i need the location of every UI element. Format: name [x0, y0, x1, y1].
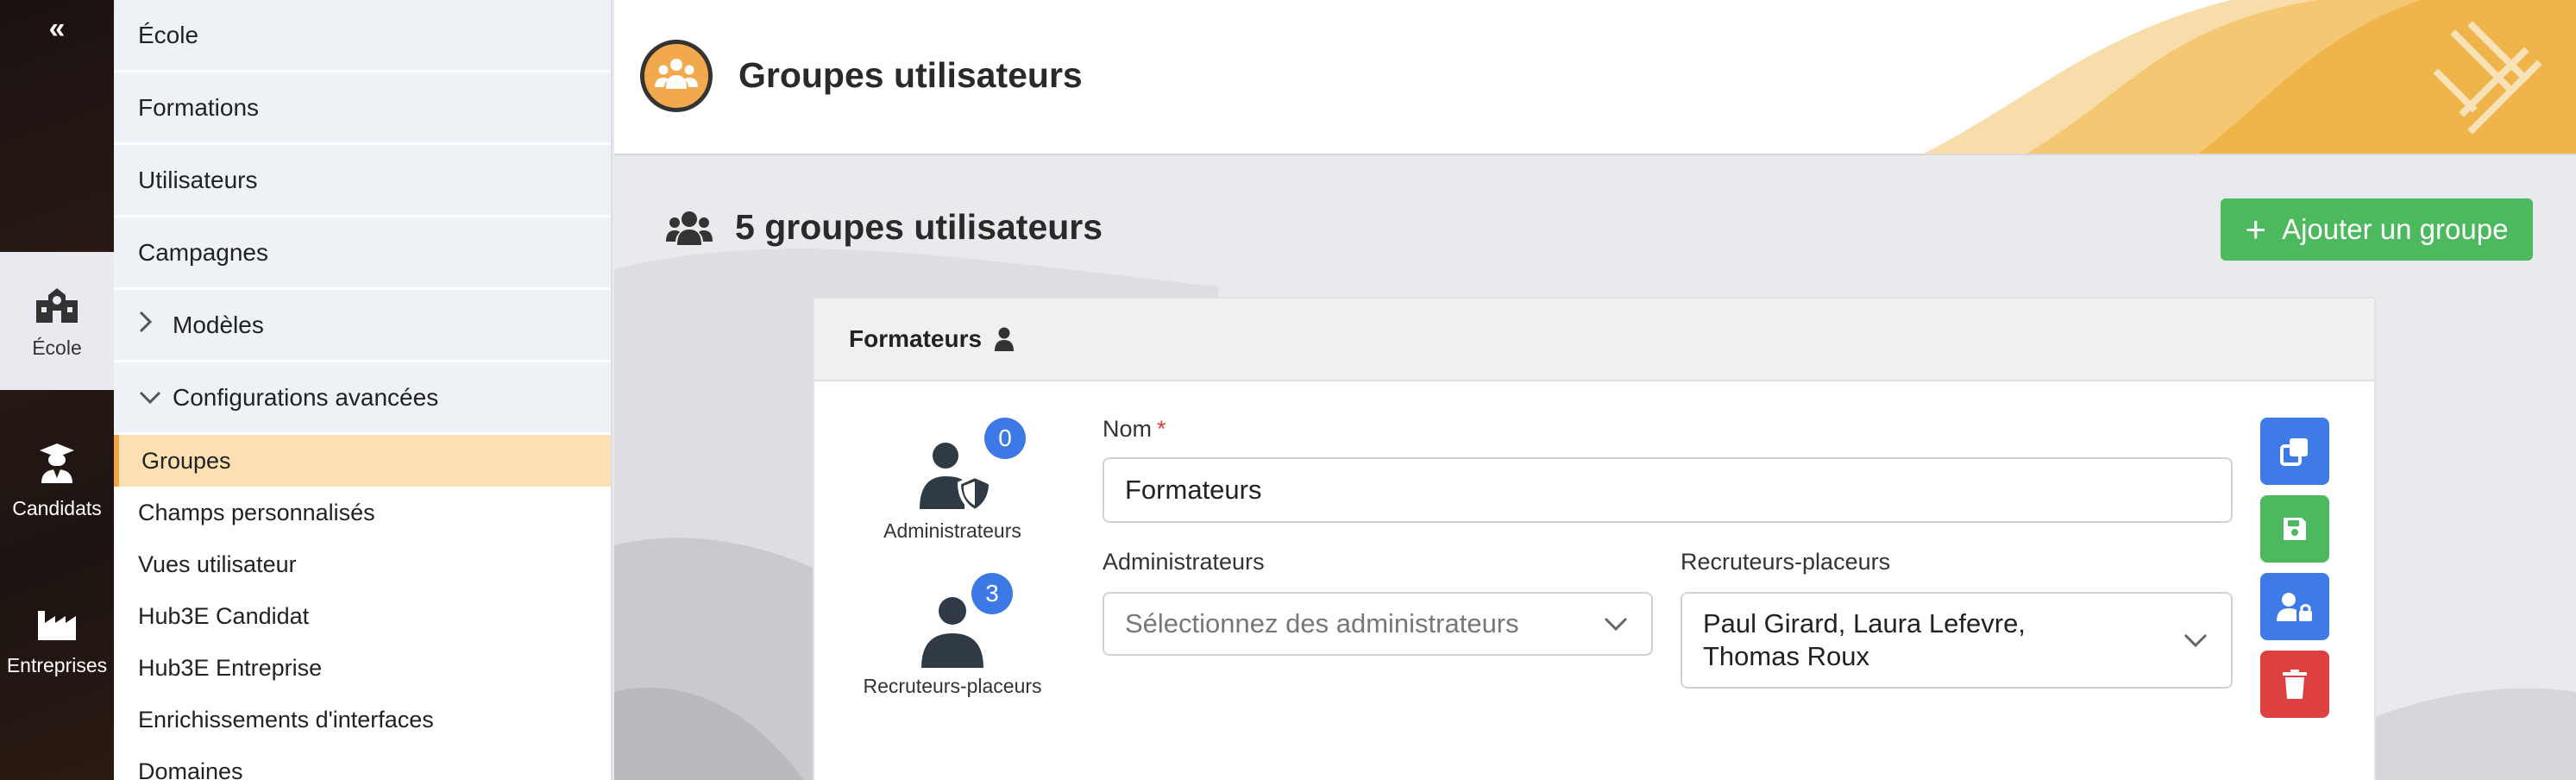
required-marker: * — [1157, 416, 1166, 442]
submenu-label: Formations — [138, 93, 260, 121]
add-group-label: Ajouter un groupe — [2282, 213, 2509, 245]
recruiters-select[interactable]: Paul Girard, Laura Lefevre, Thomas Roux — [1681, 592, 2233, 689]
name-label-text: Nom — [1103, 416, 1153, 442]
user-icon — [995, 327, 1015, 351]
add-group-button[interactable]: + Ajouter un groupe — [2221, 198, 2533, 261]
submenu-label: École — [138, 21, 199, 48]
recruiters-value-line: Paul Girard, Laura Lefevre, — [1703, 608, 2026, 638]
school-icon — [36, 288, 78, 323]
rail-item-candidats[interactable]: Candidats — [0, 442, 114, 554]
recruiters-select-value: Paul Girard, Laura Lefevre, Thomas Roux — [1703, 607, 2026, 673]
user-shield-icon — [920, 443, 993, 513]
group-card-header: Formateurs — [814, 299, 2374, 381]
recruiters-count-badge: 3 — [971, 573, 1013, 614]
groups-count-title: 5 groupes utilisateurs — [666, 207, 1103, 248]
users-icon — [666, 211, 713, 245]
submenu-item-groupes[interactable]: Groupes — [114, 435, 611, 487]
submenu-label: Campagnes — [138, 238, 268, 266]
group-card: Formateurs Administrateurs 0 Recruteurs-… — [813, 297, 2376, 780]
collapse-sidebar-button[interactable]: « — [0, 12, 114, 46]
rail-item-ecole[interactable]: École — [0, 252, 114, 390]
submenu-item-hub3e-entreprise[interactable]: Hub3E Entreprise — [114, 642, 611, 694]
save-button[interactable] — [2260, 495, 2329, 563]
submenu-item-vues-utilisateur[interactable]: Vues utilisateur — [114, 538, 611, 590]
page-header: Groupes utilisateurs — [614, 0, 2576, 155]
copy-icon — [2280, 438, 2308, 466]
submenu-label: Modèles — [173, 311, 264, 338]
groups-count-text: 5 groupes utilisateurs — [735, 207, 1103, 247]
submenu-campagnes[interactable]: Campagnes — [114, 217, 611, 290]
permissions-button[interactable] — [2260, 573, 2329, 640]
submenu-item-champs-personnalises[interactable]: Champs personnalisés — [114, 487, 611, 538]
admins-count-badge: 0 — [984, 418, 1026, 459]
graduate-icon — [40, 443, 74, 483]
submenu-modeles[interactable]: Modèles — [114, 290, 611, 362]
rail-item-entreprises[interactable]: Entreprises — [0, 607, 114, 720]
trash-icon — [2283, 670, 2307, 699]
submenu-label: Configurations avancées — [173, 383, 439, 411]
submenu-configurations-avancees[interactable]: Configurations avancées — [114, 362, 611, 435]
submenu-ecole[interactable]: École — [114, 0, 611, 72]
chevron-down-icon — [2183, 633, 2208, 648]
recruiters-stat-label: Recruteurs-placeurs — [863, 675, 1042, 697]
submenu-utilisateurs[interactable]: Utilisateurs — [114, 145, 611, 217]
recruiters-field-label: Recruteurs-placeurs — [1681, 549, 1891, 575]
admins-stat-label: Administrateurs — [883, 519, 1021, 542]
save-icon — [2284, 518, 2306, 540]
user-lock-icon — [2277, 593, 2312, 621]
admins-field-label: Administrateurs — [1103, 549, 1265, 575]
recruiters-value-line: Thomas Roux — [1703, 641, 1869, 671]
submenu-formations[interactable]: Formations — [114, 72, 611, 145]
page-title: Groupes utilisateurs — [738, 55, 1083, 95]
icon-rail: « École Candidats Entreprises — [0, 0, 114, 780]
chevron-right-icon — [138, 310, 173, 340]
recruiters-stat: Recruteurs-placeurs 3 — [849, 573, 1056, 698]
users-group-logo-icon — [640, 40, 713, 112]
submenu-item-domaines[interactable]: Domaines — [114, 745, 611, 780]
plus-icon: + — [2245, 209, 2267, 249]
header-decoration — [1923, 0, 2576, 154]
submenu-item-enrichissements[interactable]: Enrichissements d'interfaces — [114, 694, 611, 745]
rail-item-label: École — [32, 337, 82, 359]
main-content: 5 groupes utilisateurs + Ajouter un grou… — [614, 157, 2576, 780]
admins-stat: Administrateurs 0 — [849, 418, 1056, 543]
name-input[interactable]: Formateurs — [1103, 457, 2233, 523]
name-field-label: Nom * — [1103, 416, 1166, 443]
settings-submenu: École Formations Utilisateurs Campagnes … — [114, 0, 613, 780]
submenu-item-hub3e-candidat[interactable]: Hub3E Candidat — [114, 590, 611, 642]
chevron-down-icon — [1604, 617, 1628, 632]
admins-select[interactable]: Sélectionnez des administrateurs — [1103, 592, 1653, 656]
admins-select-placeholder: Sélectionnez des administrateurs — [1125, 608, 1519, 638]
rail-item-label: Entreprises — [6, 654, 108, 676]
duplicate-button[interactable] — [2260, 418, 2329, 485]
delete-button[interactable] — [2260, 651, 2329, 718]
submenu-label: Utilisateurs — [138, 166, 258, 193]
group-card-title: Formateurs — [849, 325, 983, 352]
chevron-down-icon — [138, 384, 173, 412]
rail-item-label: Candidats — [12, 497, 102, 519]
factory-icon — [38, 611, 76, 640]
